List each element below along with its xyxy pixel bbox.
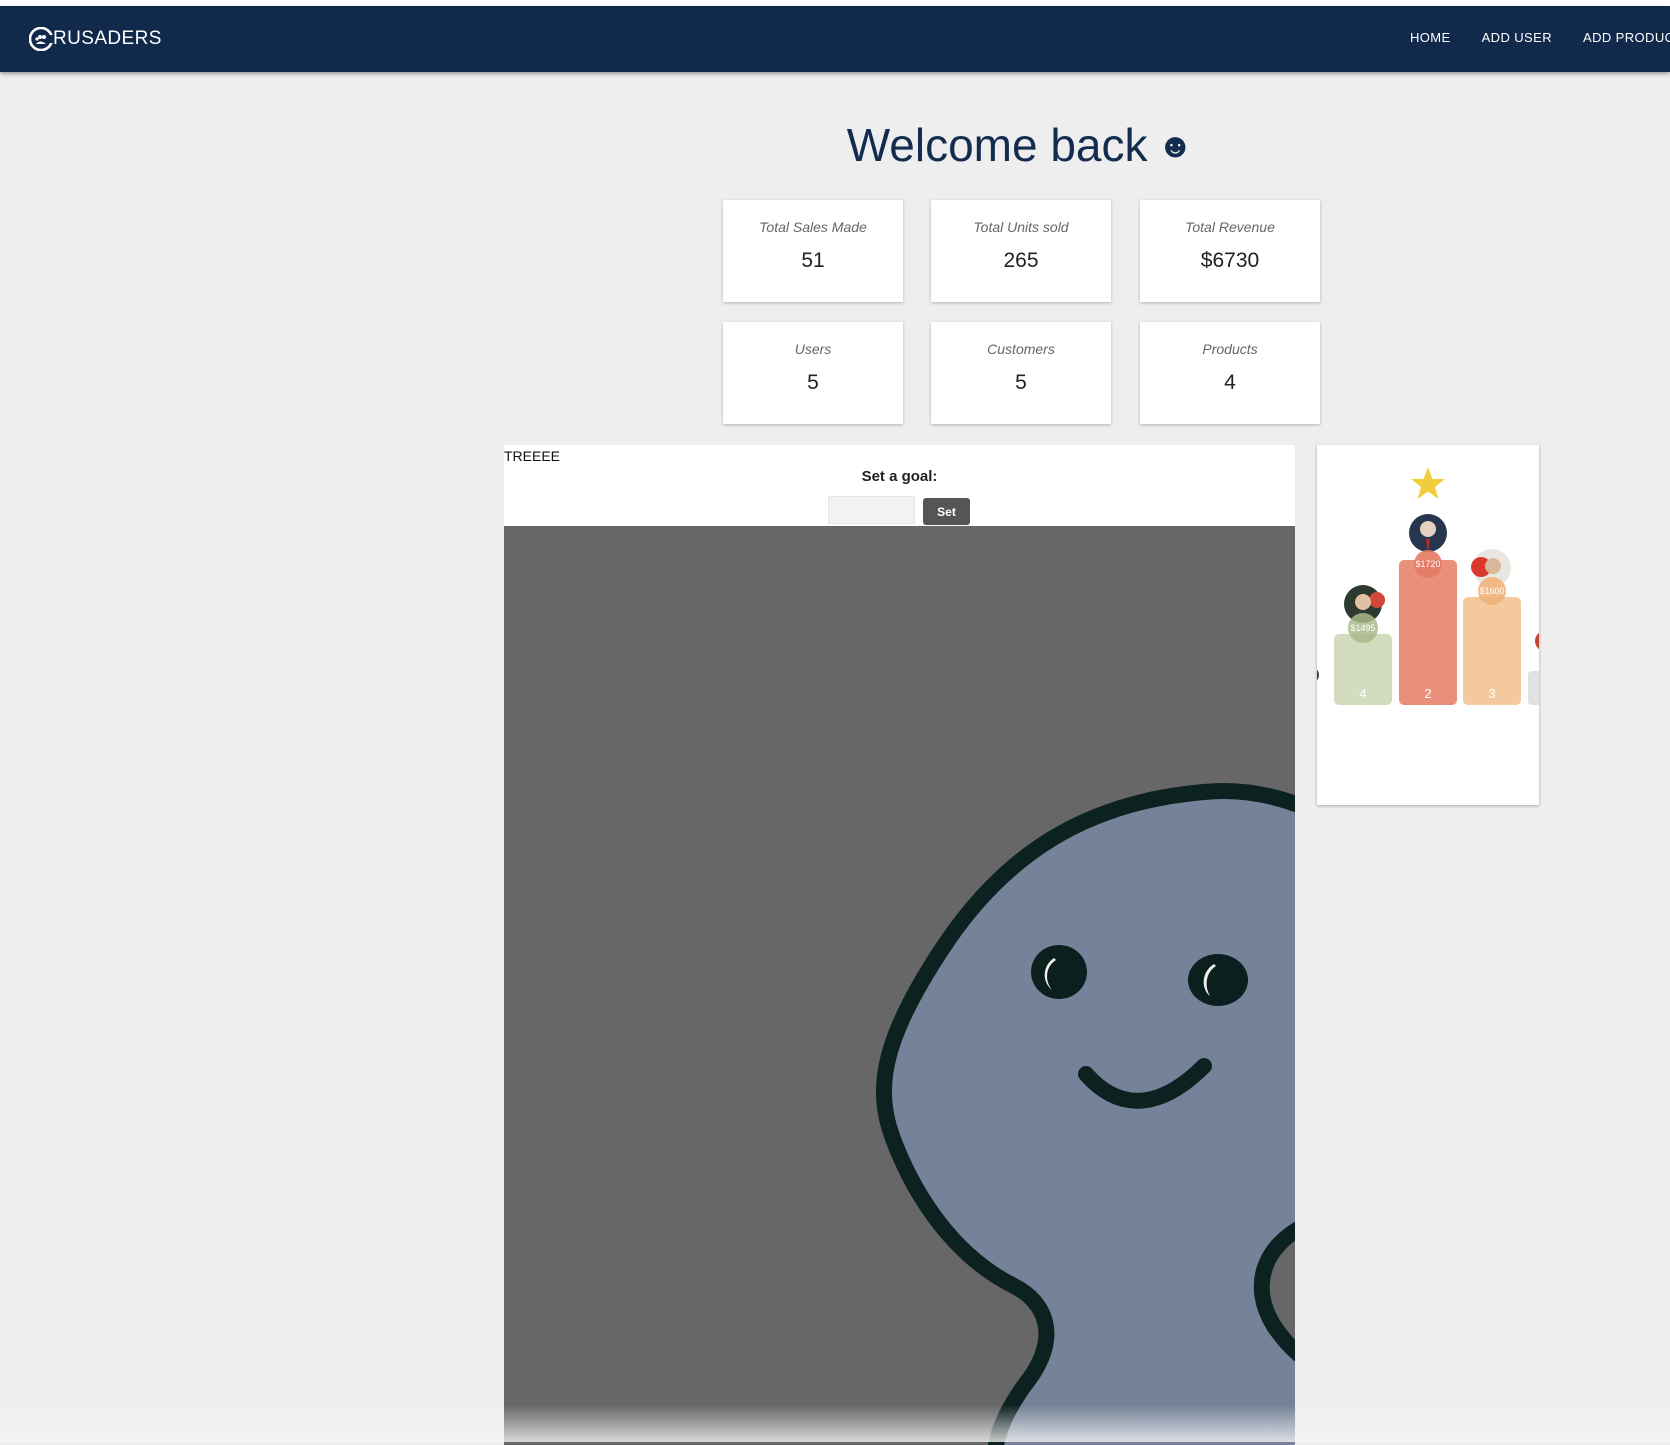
rank-label-4: 4: [1359, 686, 1366, 701]
tree-canvas: [504, 526, 1295, 1445]
face-rank-3: [1485, 558, 1501, 574]
stat-value: 5: [1015, 371, 1027, 394]
amount-rank-2: $1720: [1415, 559, 1440, 569]
nav-add-user[interactable]: ADD USER: [1482, 30, 1552, 60]
stat-label: Total Revenue: [1185, 219, 1275, 235]
brand-name: RUSADERS: [53, 28, 162, 49]
partial-avatar-left: [1317, 669, 1319, 681]
amount-rank-3: $1600: [1479, 586, 1504, 596]
amount-rank-4: $1495: [1350, 623, 1375, 633]
bottom-fade: [0, 1405, 1670, 1442]
star-icon: [1411, 467, 1445, 499]
rank-label-3: 3: [1488, 686, 1495, 701]
page-title: Welcome back ☻: [0, 118, 1670, 172]
navbar: RUSADERS HOME ADD USER ADD PRODUCT: [0, 6, 1670, 72]
tree-title: TREEEE: [504, 448, 561, 464]
face-rank-4: [1355, 594, 1371, 610]
nav-add-product[interactable]: ADD PRODUCT: [1583, 30, 1670, 60]
podium-bar-5: [1528, 671, 1539, 705]
blob-mascot-icon: [875, 783, 1295, 1445]
stat-label: Total Units sold: [973, 219, 1069, 235]
crusaders-logo-icon: [29, 27, 53, 51]
stat-value: 51: [801, 249, 825, 272]
stat-card-total-revenue: Total Revenue $6730: [1140, 200, 1320, 302]
leaderboard-panel: $1495 $1720 $1600 4 2 3: [1317, 445, 1539, 805]
tree-panel: TREEEE Set a goal: Set: [504, 445, 1295, 1445]
podium-chart: $1495 $1720 $1600 4 2 3: [1317, 467, 1539, 705]
podium-bar-rank-2: [1399, 560, 1457, 705]
stat-label: Users: [794, 341, 832, 357]
stat-card-customers: Customers 5: [931, 322, 1111, 424]
stat-card-users: Users 5: [723, 322, 903, 424]
welcome-text: Welcome back: [846, 119, 1148, 171]
stat-value: 265: [1003, 249, 1039, 272]
face-rank-2: [1420, 521, 1436, 537]
goal-input[interactable]: [828, 496, 915, 524]
stat-value: 5: [807, 371, 819, 394]
stat-label: Total Sales Made: [759, 219, 867, 235]
stat-card-products: Products 4: [1140, 322, 1320, 424]
nav-links: HOME ADD USER ADD PRODUCT: [1410, 30, 1670, 60]
stat-label: Products: [1202, 341, 1258, 357]
stat-card-total-sales: Total Sales Made 51: [723, 200, 903, 302]
stat-value: 4: [1224, 371, 1236, 394]
brand-logo[interactable]: RUSADERS: [29, 24, 162, 54]
rank-label-2: 2: [1424, 686, 1431, 701]
avatar-rank-4-accent: [1369, 592, 1385, 608]
smiley-icon: ☻: [1157, 127, 1194, 165]
stat-card-total-units: Total Units sold 265: [931, 200, 1111, 302]
partial-avatar-right: [1535, 633, 1539, 649]
stat-label: Customers: [987, 341, 1055, 357]
nav-home[interactable]: HOME: [1410, 30, 1451, 60]
stat-value: $6730: [1200, 249, 1260, 272]
goal-label: Set a goal:: [861, 468, 938, 485]
set-goal-button[interactable]: Set: [923, 498, 970, 525]
